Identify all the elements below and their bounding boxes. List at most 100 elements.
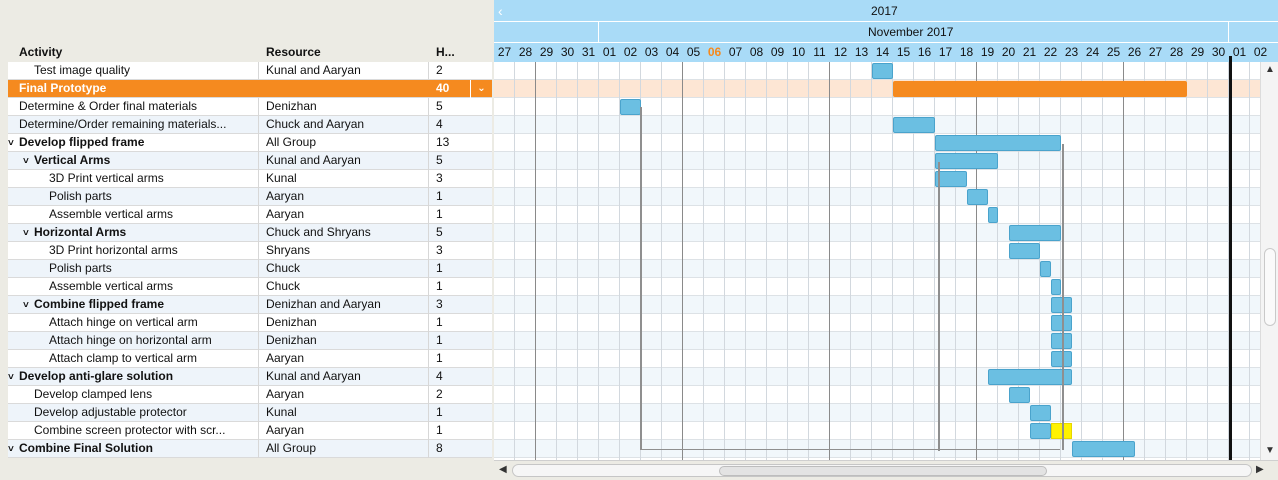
task-bar[interactable]: [935, 135, 1061, 151]
summary-bar[interactable]: [893, 81, 1187, 97]
vertical-scrollbar[interactable]: ▲ ▼: [1260, 62, 1278, 460]
table-row[interactable]: Develop clamped lens Aaryan 2: [8, 386, 492, 404]
activity-cell: Develop adjustable protector: [34, 404, 284, 422]
gantt-row: [494, 422, 1278, 440]
activity-cell: Attach clamp to vertical arm: [49, 350, 299, 368]
table-row[interactable]: Attach hinge on horizontal arm Denizhan 1: [8, 332, 492, 350]
timeline-day: 04: [665, 45, 680, 59]
table-header: Activity Resource H...: [0, 0, 494, 62]
task-bar[interactable]: [1008, 243, 1040, 259]
task-bar[interactable]: [1050, 333, 1072, 349]
task-bar[interactable]: [1029, 423, 1051, 439]
column-divider: [258, 224, 259, 242]
column-header-resource[interactable]: Resource: [266, 45, 321, 59]
task-bar[interactable]: [1008, 225, 1061, 241]
activity-name: Attach hinge on vertical arm: [49, 315, 198, 329]
column-header-activity[interactable]: Activity: [19, 45, 62, 59]
grid-line: [535, 62, 536, 460]
table-row[interactable]: Polish parts Chuck 1: [8, 260, 492, 278]
grid-line: [514, 62, 515, 460]
resource-cell: Shryans: [266, 243, 311, 257]
table-row[interactable]: Test image quality Kunal and Aaryan 2: [8, 62, 492, 80]
task-bar[interactable]: [893, 117, 935, 133]
dropdown-arrow-icon[interactable]: ⌄: [470, 80, 492, 98]
chevron-down-icon[interactable]: ˅: [23, 153, 34, 170]
column-divider: [258, 314, 259, 332]
scroll-down-icon[interactable]: ▼: [1265, 445, 1275, 456]
timeline-back-arrow-icon[interactable]: ‹: [498, 0, 503, 22]
task-bar[interactable]: [872, 63, 893, 79]
activity-name: Assemble vertical arms: [49, 279, 174, 293]
task-bar[interactable]: [966, 189, 988, 205]
column-header-hours[interactable]: H...: [436, 45, 455, 59]
table-row[interactable]: Determine/Order remaining materials... Ch…: [8, 116, 492, 134]
scroll-right-icon[interactable]: ▶: [1256, 464, 1264, 475]
task-bar[interactable]: [620, 99, 641, 115]
resource-cell: Chuck: [266, 279, 301, 293]
table-row[interactable]: 3D Print horizontal arms Shryans 3: [8, 242, 492, 260]
horizontal-scroll-track[interactable]: [512, 464, 1252, 477]
activity-cell: Test image quality: [34, 62, 284, 80]
table-row[interactable]: Attach clamp to vertical arm Aaryan 1: [8, 350, 492, 368]
task-bar[interactable]: [1050, 315, 1072, 331]
grid-line: [703, 62, 704, 460]
table-row[interactable]: Develop adjustable protector Kunal 1: [8, 404, 492, 422]
table-row[interactable]: Determine & Order final materials Denizha…: [8, 98, 492, 116]
highlighted-cell[interactable]: [1050, 423, 1072, 439]
activity-cell: ˅ Develop anti-glare solution: [8, 368, 258, 386]
timeline-day: 01: [602, 45, 617, 59]
timeline-day: 27: [497, 45, 512, 59]
task-bar[interactable]: [1050, 279, 1061, 295]
table-row[interactable]: Final Prototype 40 ⌄: [8, 80, 492, 98]
task-bar[interactable]: [935, 153, 998, 169]
table-row[interactable]: Combine screen protector with scr... Aary…: [8, 422, 492, 440]
activity-cell: ˅ Horizontal Arms: [23, 224, 273, 242]
chevron-down-icon[interactable]: ˅: [23, 225, 34, 242]
scroll-left-icon[interactable]: ◀: [499, 464, 507, 475]
chevron-down-icon[interactable]: ˅: [23, 297, 34, 314]
chevron-down-icon[interactable]: ˅: [8, 135, 19, 152]
table-row[interactable]: ˅ Develop flipped frame All Group 13: [8, 134, 492, 152]
table-row[interactable]: ˅ Combine flipped frame Denizhan and Aarya…: [8, 296, 492, 314]
grid-line: [976, 62, 977, 460]
timeline-day: 12: [833, 45, 848, 59]
vertical-scroll-thumb[interactable]: [1264, 248, 1276, 326]
current-date-marker: [1229, 56, 1232, 460]
timeline-day: 28: [518, 45, 533, 59]
task-bar[interactable]: [1050, 351, 1072, 367]
resource-cell: Aaryan: [266, 387, 305, 401]
resource-cell: Denizhan: [266, 315, 317, 329]
grid-line: [850, 62, 851, 460]
task-bar[interactable]: [1008, 387, 1030, 403]
timeline-day: 24: [1085, 45, 1100, 59]
horizontal-scrollbar[interactable]: ◀ ▶: [494, 460, 1278, 480]
grid-line: [787, 62, 788, 460]
task-bar[interactable]: [1029, 405, 1051, 421]
timeline-day: 06: [707, 45, 722, 59]
table-row[interactable]: ˅ Vertical Arms Kunal and Aaryan 5: [8, 152, 492, 170]
table-row[interactable]: Attach hinge on vertical arm Denizhan 1: [8, 314, 492, 332]
task-bar[interactable]: [987, 207, 998, 223]
task-bar[interactable]: [1040, 261, 1051, 277]
gantt-row: [494, 170, 1278, 188]
table-row[interactable]: Assemble vertical arms Aaryan 1: [8, 206, 492, 224]
task-bar[interactable]: [1071, 441, 1135, 457]
table-row[interactable]: Assemble vertical arms Chuck 1: [8, 278, 492, 296]
chevron-down-icon[interactable]: ˅: [8, 369, 19, 386]
grid-line: [724, 62, 725, 460]
table-row[interactable]: ˅ Horizontal Arms Chuck and Shryans 5: [8, 224, 492, 242]
task-bar[interactable]: [1050, 297, 1072, 313]
scroll-up-icon[interactable]: ▲: [1265, 64, 1275, 75]
chevron-down-icon[interactable]: ˅: [8, 441, 19, 458]
table-row[interactable]: ˅ Develop anti-glare solution Kunal and Aa…: [8, 368, 492, 386]
table-row[interactable]: Polish parts Aaryan 1: [8, 188, 492, 206]
hours-cell: 1: [436, 423, 443, 437]
task-bar[interactable]: [987, 369, 1072, 385]
activity-name: Determine & Order final materials: [19, 99, 198, 113]
gantt-row: [494, 206, 1278, 224]
horizontal-scroll-thumb[interactable]: [719, 466, 1047, 476]
table-row[interactable]: 3D Print vertical arms Kunal 3: [8, 170, 492, 188]
dependency-link: [640, 107, 642, 450]
timeline-day: 09: [770, 45, 785, 59]
table-row[interactable]: ˅ Combine Final Solution All Group 8: [8, 440, 492, 458]
